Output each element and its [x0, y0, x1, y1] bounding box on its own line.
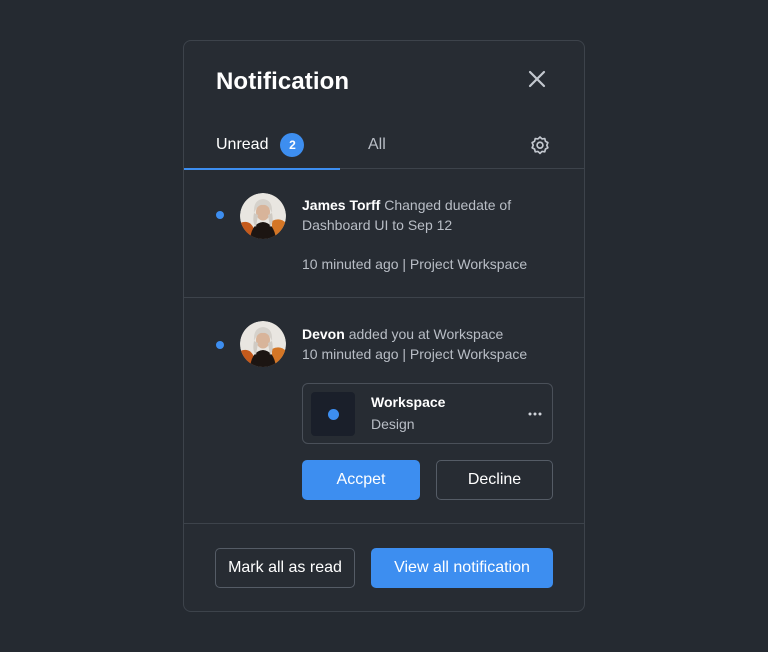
panel-header: Notification	[184, 41, 584, 121]
tab-all[interactable]: All	[368, 121, 386, 169]
view-all-button[interactable]: View all notification	[371, 548, 553, 588]
panel-footer: Mark all as read View all notification	[184, 524, 584, 611]
tab-all-label: All	[368, 136, 386, 153]
decline-button[interactable]: Decline	[436, 460, 553, 500]
more-horizontal-icon	[528, 412, 542, 416]
unread-count-badge: 2	[280, 133, 305, 157]
workspace-title: Workspace	[371, 394, 446, 410]
notification-text: James Torff Changed duedate of Dashboard…	[302, 195, 552, 235]
notification-item[interactable]: James Torff Changed duedate of Dashboard…	[184, 169, 584, 298]
unread-dot	[216, 211, 224, 219]
workspace-card[interactable]: Workspace Design	[302, 383, 553, 444]
page-title: Notification	[216, 68, 350, 95]
notification-message: added you at Workspace	[348, 326, 504, 342]
gear-icon	[531, 136, 549, 155]
workspace-subtitle: Design	[371, 416, 415, 432]
notification-user: Devon	[302, 326, 345, 342]
settings-button[interactable]	[529, 134, 551, 156]
notification-item[interactable]: Devon added you at Workspace 10 minuted …	[184, 298, 584, 524]
notification-meta: 10 minuted ago | Project Workspace	[302, 346, 528, 362]
notification-text-main: Devon added you at Workspace	[302, 324, 552, 344]
unread-dot	[216, 341, 224, 349]
tab-unread-label: Unread	[216, 136, 269, 153]
notification-meta: 10 minuted ago | Project Workspace	[302, 256, 528, 272]
tab-bar: Unread 2 All	[184, 121, 584, 170]
workspace-icon	[311, 392, 355, 436]
mark-all-read-button[interactable]: Mark all as read	[215, 548, 355, 588]
tab-unread[interactable]: Unread 2	[184, 121, 340, 170]
avatar	[240, 193, 286, 239]
close-button[interactable]	[528, 70, 546, 88]
close-icon	[528, 70, 546, 88]
accept-button[interactable]: Accpet	[302, 460, 420, 500]
notification-user: James Torff	[302, 197, 381, 213]
avatar	[240, 321, 286, 367]
notification-panel: Notification Unread 2 All James Torff Ch…	[183, 40, 585, 612]
workspace-more-button[interactable]	[527, 406, 543, 422]
